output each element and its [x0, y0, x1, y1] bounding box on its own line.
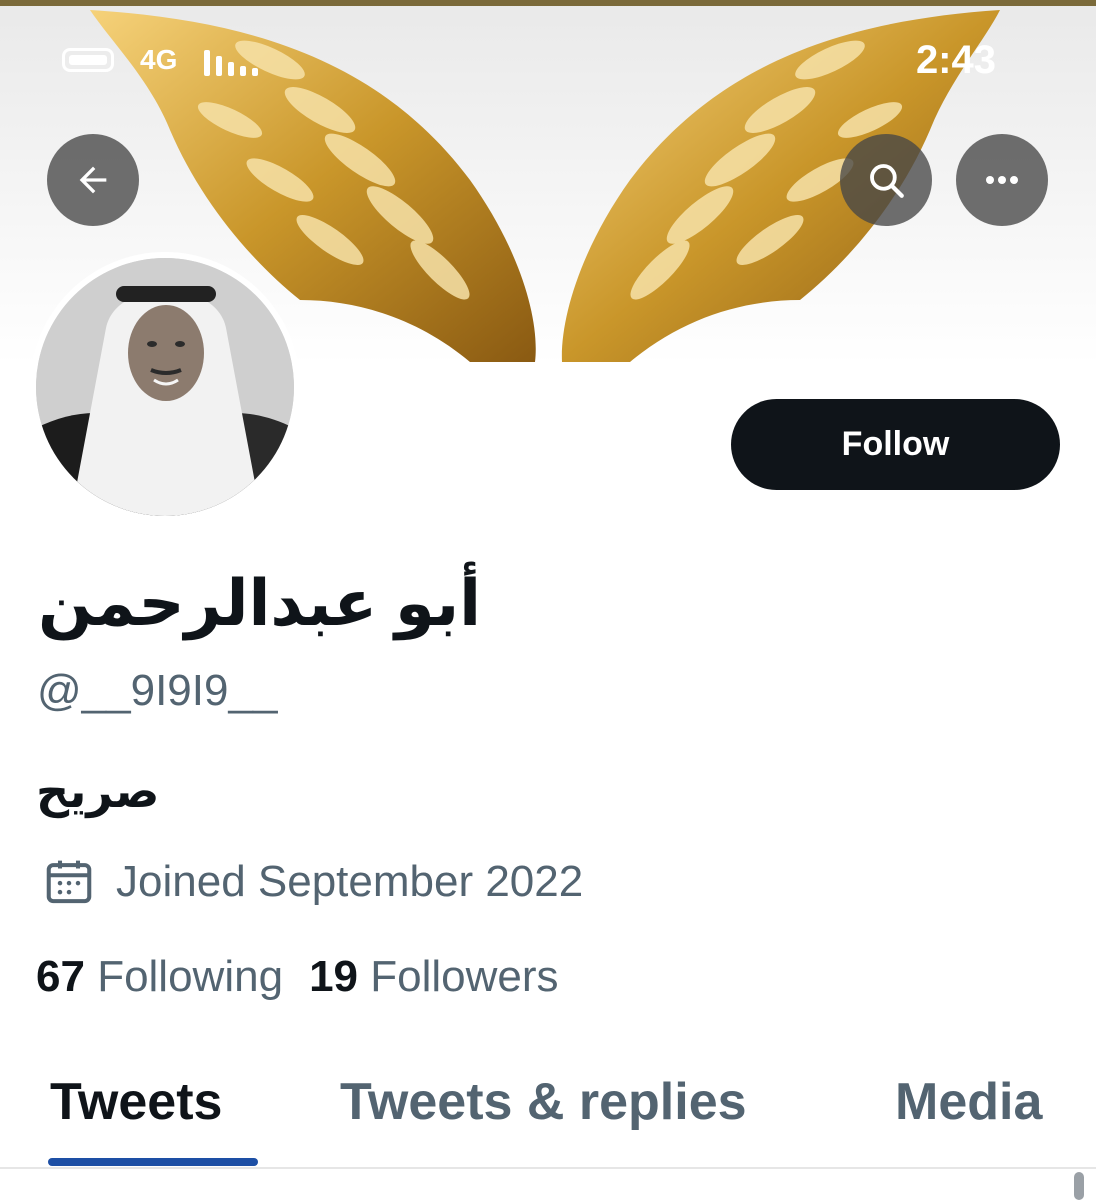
arrow-left-icon	[79, 166, 107, 194]
followers-link[interactable]: 19 Followers	[309, 952, 558, 1001]
battery-icon	[62, 48, 114, 72]
profile-tabs: Tweets Tweets & replies Media	[0, 1050, 1096, 1168]
network-type: 4G	[140, 44, 178, 75]
following-count: 67	[36, 952, 85, 1001]
status-bar: 4G 2:43	[0, 30, 1096, 90]
display-name: أبو عبدالرحمن	[38, 567, 482, 639]
avatar-ring[interactable]	[30, 252, 300, 522]
scrollbar[interactable]	[1074, 1172, 1084, 1200]
active-tab-indicator	[48, 1158, 258, 1166]
search-icon	[870, 164, 904, 198]
tab-media[interactable]: Media	[895, 1072, 1042, 1132]
avatar-photo	[36, 258, 294, 516]
tabs-divider	[0, 1167, 1096, 1169]
followers-count: 19	[309, 952, 359, 1001]
calendar-icon	[46, 860, 92, 904]
signal-bars-icon	[204, 46, 260, 76]
avatar[interactable]	[36, 258, 294, 516]
profile-bio: صريح	[36, 765, 160, 817]
joined-date: Joined September 2022	[116, 857, 584, 906]
search-button[interactable]	[840, 134, 932, 226]
status-time: 2:43	[915, 38, 996, 82]
follow-button[interactable]: Follow	[731, 399, 1060, 490]
following-link[interactable]: 67 Following	[36, 952, 283, 1001]
following-label: Following	[97, 952, 284, 1001]
tab-tweets-and-replies[interactable]: Tweets & replies	[340, 1072, 747, 1132]
joined-date-row: Joined September 2022	[42, 852, 583, 912]
followers-label: Followers	[370, 952, 559, 1001]
tab-tweets[interactable]: Tweets	[50, 1072, 222, 1132]
follow-counts: 67 Following 19 Followers	[36, 952, 559, 1002]
username-handle: @__9I9I9__	[37, 666, 278, 715]
back-button[interactable]	[47, 134, 139, 226]
more-horizontal-icon	[986, 176, 1018, 184]
more-button[interactable]	[956, 134, 1048, 226]
